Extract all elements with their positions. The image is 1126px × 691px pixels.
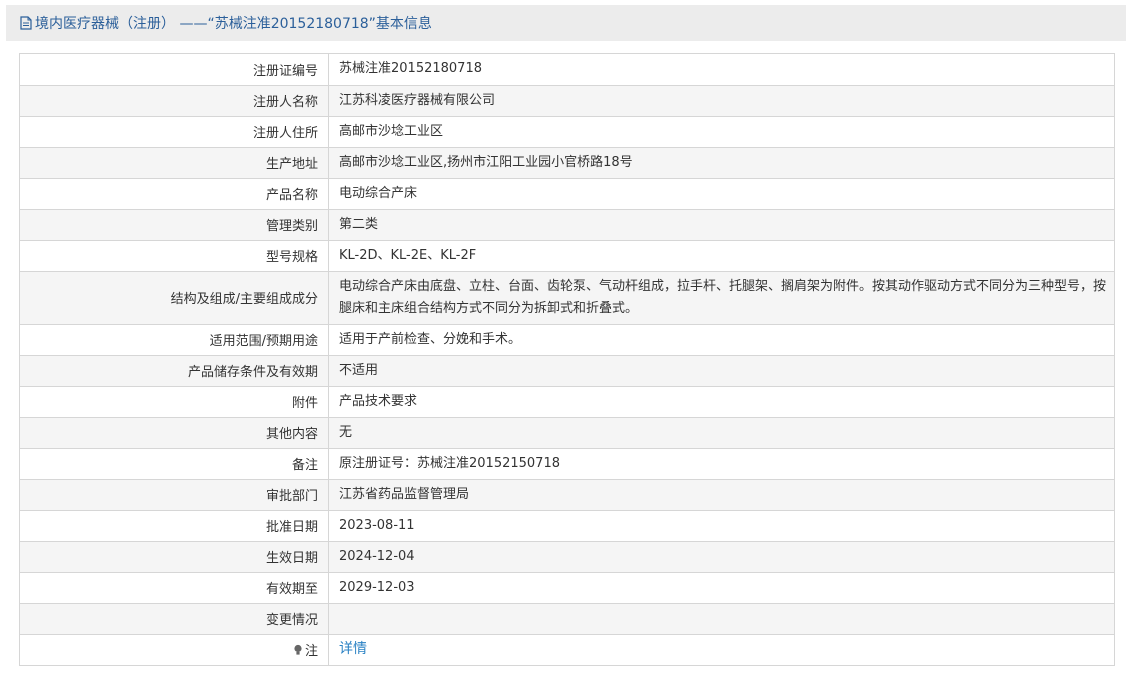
- row-label: 结构及组成/主要组成成分: [20, 271, 329, 325]
- row-value: 高邮市沙埝工业区: [328, 116, 1114, 148]
- row-label: 产品名称: [20, 178, 329, 210]
- row-label: 变更情况: [20, 603, 329, 635]
- row-label: 生产地址: [20, 147, 329, 179]
- row-value: 第二类: [328, 209, 1114, 241]
- table-row: 生产地址 高邮市沙埝工业区,扬州市江阳工业园小官桥路18号: [20, 147, 1114, 179]
- row-value: 不适用: [328, 355, 1114, 387]
- row-value: 2024-12-04: [328, 541, 1114, 573]
- table-row: 产品储存条件及有效期 不适用: [20, 355, 1114, 387]
- row-label: 审批部门: [20, 479, 329, 511]
- row-value: KL-2D、KL-2E、KL-2F: [328, 240, 1114, 272]
- table-row: 生效日期 2024-12-04: [20, 541, 1114, 573]
- row-label: 有效期至: [20, 572, 329, 604]
- page-header: 境内医疗器械（注册） ——“苏械注准20152180718”基本信息: [6, 5, 1126, 41]
- note-label-cell: 注: [20, 634, 329, 666]
- details-link[interactable]: 详情: [339, 641, 367, 657]
- row-value: 电动综合产床由底盘、立柱、台面、齿轮泵、气动杆组成，拉手杆、托腿架、搁肩架为附件…: [328, 271, 1114, 325]
- note-label: 注: [304, 643, 318, 659]
- row-value: 原注册证号：苏械注准20152150718: [328, 448, 1114, 480]
- row-value: 江苏科凌医疗器械有限公司: [328, 85, 1114, 117]
- table-row: 备注 原注册证号：苏械注准20152150718: [20, 448, 1114, 480]
- table-row: 变更情况: [20, 603, 1114, 635]
- row-label: 注册证编号: [20, 54, 329, 86]
- row-label: 批准日期: [20, 510, 329, 542]
- table-row: 注册人名称 江苏科凌医疗器械有限公司: [20, 85, 1114, 117]
- row-value: 江苏省药品监督管理局: [328, 479, 1114, 511]
- row-value: 2029-12-03: [328, 572, 1114, 604]
- row-label: 产品储存条件及有效期: [20, 355, 329, 387]
- row-label: 适用范围/预期用途: [20, 324, 329, 356]
- table-row: 有效期至 2029-12-03: [20, 572, 1114, 604]
- table-row: 其他内容无: [20, 417, 1114, 449]
- page-title: 境内医疗器械（注册） ——“苏械注准20152180718”基本信息: [35, 16, 432, 32]
- row-value: 2023-08-11: [328, 510, 1114, 542]
- row-label: 备注: [20, 448, 329, 480]
- note-value-cell: 详情: [328, 634, 1114, 666]
- table-row: 型号规格 KL-2D、KL-2E、KL-2F: [20, 240, 1114, 272]
- row-value: 苏械注准20152180718: [328, 54, 1114, 86]
- row-label: 生效日期: [20, 541, 329, 573]
- table-row: 注册证编号 苏械注准20152180718: [20, 54, 1114, 86]
- table-row: 产品名称 电动综合产床: [20, 178, 1114, 210]
- info-panel: 注册证编号 苏械注准20152180718 注册人名称 江苏科凌医疗器械有限公司 注册人…: [19, 53, 1115, 666]
- row-label: 型号规格: [20, 240, 329, 272]
- row-value: 适用于产前检查、分娩和手术。: [328, 324, 1114, 356]
- table-row: 适用范围/预期用途 适用于产前检查、分娩和手术。: [20, 324, 1114, 356]
- table-row: 批准日期 2023-08-11: [20, 510, 1114, 542]
- info-table: 注册证编号 苏械注准20152180718 注册人名称 江苏科凌医疗器械有限公司 注册人…: [20, 54, 1114, 666]
- lightbulb-icon: [293, 644, 303, 660]
- row-label: 管理类别: [20, 209, 329, 241]
- page: 境内医疗器械（注册） ——“苏械注准20152180718”基本信息 注册证编号…: [0, 0, 1126, 691]
- row-label: 注册人名称: [20, 85, 329, 117]
- table-row: 结构及组成/主要组成成分 电动综合产床由底盘、立柱、台面、齿轮泵、气动杆组成，拉手…: [20, 271, 1114, 325]
- table-row: 注册人住所 高邮市沙埝工业区: [20, 116, 1114, 148]
- row-label: 附件: [20, 386, 329, 418]
- table-row: 审批部门 江苏省药品监督管理局: [20, 479, 1114, 511]
- row-value: 高邮市沙埝工业区,扬州市江阳工业园小官桥路18号: [328, 147, 1114, 179]
- row-value: 无: [328, 417, 1114, 449]
- table-row: 附件 产品技术要求: [20, 386, 1114, 418]
- row-label: 其他内容: [20, 417, 329, 449]
- row-value: [328, 603, 1114, 635]
- row-value: 产品技术要求: [328, 386, 1114, 418]
- row-value: 电动综合产床: [328, 178, 1114, 210]
- table-row: 管理类别 第二类: [20, 209, 1114, 241]
- document-icon: [20, 16, 32, 30]
- row-label: 注册人住所: [20, 116, 329, 148]
- table-row-note: 注 详情: [20, 634, 1114, 666]
